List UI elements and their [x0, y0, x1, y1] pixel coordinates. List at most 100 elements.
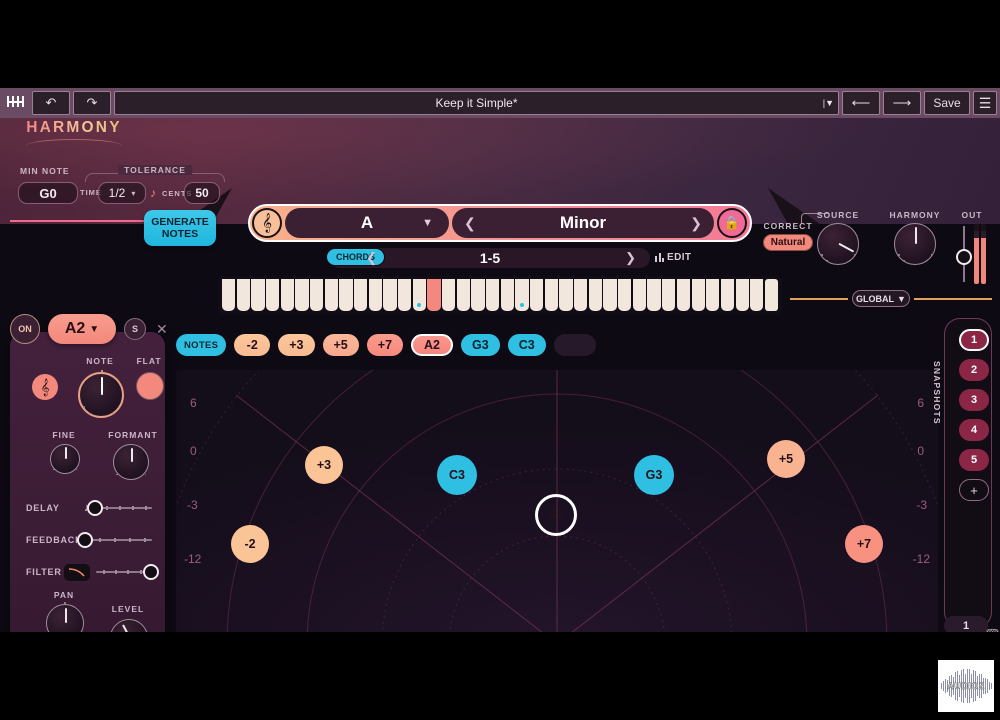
piano-key-20[interactable]: [515, 279, 529, 311]
piano-key-22[interactable]: [544, 279, 558, 311]
piano-key-15[interactable]: [442, 279, 456, 311]
piano-key-10[interactable]: [368, 279, 382, 311]
snapshot-add-button[interactable]: +: [959, 479, 989, 501]
note-chip-+3[interactable]: +3: [278, 334, 315, 356]
piano-key-33[interactable]: [706, 279, 720, 311]
piano-key-6[interactable]: [310, 279, 324, 311]
note-knob[interactable]: [78, 370, 124, 418]
piano-key-34[interactable]: [720, 279, 735, 311]
out-fader[interactable]: [952, 224, 992, 284]
piano-key-24[interactable]: [574, 279, 588, 311]
feedback-slider-handle[interactable]: [77, 532, 94, 548]
snapshot-4[interactable]: 4: [959, 419, 989, 441]
preset-selector[interactable]: Keep it Simple* |▼: [114, 91, 839, 115]
note-chip-+7[interactable]: +7: [366, 334, 404, 356]
piano-key-13[interactable]: [412, 279, 426, 311]
piano-key-14[interactable]: [427, 279, 441, 311]
snapshot-5[interactable]: 5: [959, 449, 989, 471]
pan-radar-view[interactable]: 6 0 -3 -12 6 0 -3 -12 L R +3-2C3A2G3+5+7: [176, 370, 938, 632]
feedback-slider[interactable]: [77, 532, 152, 548]
chord-selector[interactable]: CHORDS ❮ 1-5 ❯: [326, 248, 650, 268]
scale-select[interactable]: ❮ Minor ❯: [452, 208, 714, 238]
pan-knob[interactable]: [46, 602, 84, 632]
piano-key-4[interactable]: [280, 279, 294, 311]
piano-key-11[interactable]: [383, 279, 397, 311]
snapshot-3[interactable]: 3: [959, 389, 989, 411]
piano-key-28[interactable]: [632, 279, 646, 311]
menu-button[interactable]: ☰: [973, 91, 997, 115]
filter-slider[interactable]: [96, 564, 159, 580]
harmony-knob[interactable]: [894, 223, 936, 265]
piano-key-36[interactable]: [750, 279, 764, 311]
voice-on-button[interactable]: ON: [10, 314, 40, 344]
note-chip--2[interactable]: -2: [234, 334, 271, 356]
key-select[interactable]: A ▼: [285, 208, 449, 238]
radar-node-a2[interactable]: A2: [535, 494, 577, 536]
snapshot-2[interactable]: 2: [959, 359, 989, 381]
piano-key-30[interactable]: [662, 279, 676, 311]
fine-knob[interactable]: [50, 444, 80, 474]
piano-key-31[interactable]: [676, 279, 690, 311]
note-chip-a2[interactable]: A2: [411, 334, 454, 356]
preset-prev-button[interactable]: ⟵: [842, 91, 880, 115]
time-select[interactable]: 1/2 ▾: [98, 182, 146, 204]
note-chip-notes[interactable]: NOTES: [176, 334, 227, 356]
delay-slider[interactable]: [86, 500, 152, 516]
radar-node-+5[interactable]: +5: [767, 440, 805, 478]
piano-key-3[interactable]: [266, 279, 280, 311]
piano-key-16[interactable]: [456, 279, 470, 311]
level-knob[interactable]: [110, 619, 148, 632]
piano-key-17[interactable]: [471, 279, 485, 311]
piano-key-7[interactable]: [324, 279, 338, 311]
fader-handle[interactable]: [956, 249, 972, 265]
piano-key-26[interactable]: [603, 279, 617, 311]
piano-key-37[interactable]: [764, 279, 779, 311]
chevron-right-icon[interactable]: ❯: [690, 215, 702, 232]
treble-clef-icon[interactable]: 𝄞: [252, 208, 282, 238]
edit-button[interactable]: EDIT: [655, 252, 691, 263]
piano-key-25[interactable]: [588, 279, 602, 311]
piano-key-12[interactable]: [398, 279, 412, 311]
note-chip-empty[interactable]: [553, 334, 596, 356]
piano-key-29[interactable]: [647, 279, 661, 311]
snapshot-current[interactable]: 1: [944, 616, 988, 632]
piano-keyboard[interactable]: [218, 276, 782, 314]
flat-button[interactable]: [136, 372, 164, 400]
piano-key-9[interactable]: [354, 279, 368, 311]
piano-key-0[interactable]: [222, 279, 236, 311]
delay-slider-handle[interactable]: [86, 500, 103, 516]
piano-key-19[interactable]: [500, 279, 514, 311]
note-chip-c3[interactable]: C3: [507, 334, 546, 356]
undo-button[interactable]: ↶: [32, 91, 70, 115]
voice-solo-button[interactable]: S: [124, 318, 146, 340]
min-note-value[interactable]: G0: [18, 182, 78, 204]
snapshot-1[interactable]: 1: [959, 329, 989, 351]
formant-knob[interactable]: [113, 444, 149, 480]
preset-next-button[interactable]: ⟶: [883, 91, 921, 115]
global-select[interactable]: GLOBAL ▼: [852, 290, 910, 307]
piano-key-21[interactable]: [530, 279, 544, 311]
chevron-right-icon[interactable]: ❯: [625, 250, 636, 266]
lock-closed-icon[interactable]: 🔒: [717, 208, 747, 238]
filter-slider-handle[interactable]: [142, 564, 159, 580]
piano-key-35[interactable]: [735, 279, 749, 311]
chevron-left-icon[interactable]: ❮: [366, 250, 377, 266]
radar-node-c3[interactable]: C3: [437, 455, 477, 495]
piano-key-18[interactable]: [486, 279, 500, 311]
treble-clef-icon[interactable]: 𝄞: [32, 374, 58, 400]
piano-key-8[interactable]: [339, 279, 353, 311]
redo-button[interactable]: ↷: [73, 91, 111, 115]
note-chip-g3[interactable]: G3: [461, 334, 500, 356]
trash-can-icon[interactable]: 🗑: [984, 628, 1000, 632]
radar-node-+7[interactable]: +7: [845, 525, 883, 563]
filter-curve-icon[interactable]: [64, 563, 90, 581]
save-button[interactable]: Save: [924, 91, 970, 115]
note-chip-+5[interactable]: +5: [322, 334, 359, 356]
chevron-left-icon[interactable]: ❮: [464, 215, 476, 232]
piano-key-32[interactable]: [691, 279, 705, 311]
cents-value[interactable]: 50: [184, 182, 220, 204]
source-knob[interactable]: [817, 223, 859, 265]
piano-key-5[interactable]: [295, 279, 309, 311]
radar-node-+3[interactable]: +3: [305, 446, 343, 484]
chevron-down-icon[interactable]: |▼: [823, 98, 834, 108]
